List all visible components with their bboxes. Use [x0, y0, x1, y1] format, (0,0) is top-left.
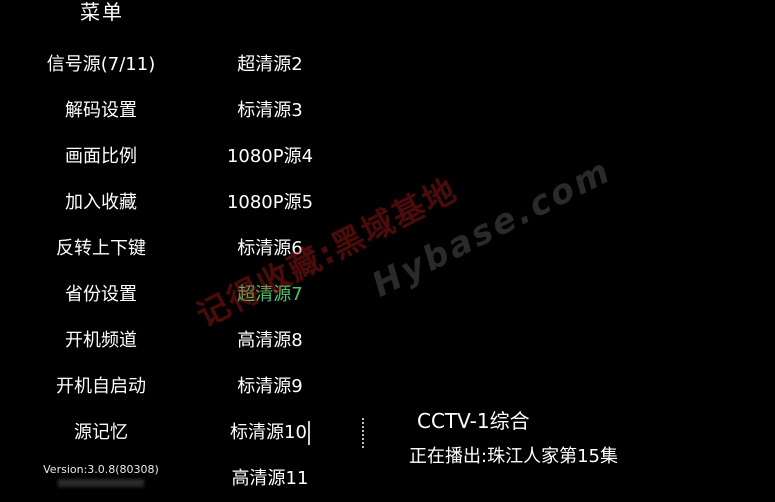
settings-menu: 信号源(7/11) 解码设置 画面比例 加入收藏 反转上下键 省份设置 开机频道…: [30, 42, 172, 456]
menu-item-signal-source[interactable]: 信号源(7/11): [30, 42, 172, 88]
dotted-divider: [362, 418, 364, 448]
menu-item-province-settings[interactable]: 省份设置: [30, 272, 172, 318]
source-list: 超清源2 标清源3 1080P源4 1080P源5 标清源6 超清源7 高清源8…: [205, 42, 335, 502]
menu-title: 菜单: [80, 0, 124, 24]
menu-item-decode-settings[interactable]: 解码设置: [30, 88, 172, 134]
focus-cursor: [307, 421, 310, 445]
source-item[interactable]: 高清源11: [205, 456, 335, 502]
source-item-focused[interactable]: 标清源10: [205, 410, 335, 456]
source-item[interactable]: 超清源2: [205, 42, 335, 88]
source-item-label: 标清源10: [230, 422, 307, 443]
now-playing: 正在播出:珠江人家第15集: [409, 446, 618, 467]
menu-item-source-memory[interactable]: 源记忆: [30, 410, 172, 456]
version-label: Version:3.0.8(80308): [43, 463, 159, 476]
menu-item-autostart[interactable]: 开机自启动: [30, 364, 172, 410]
source-item[interactable]: 标清源3: [205, 88, 335, 134]
menu-item-startup-channel[interactable]: 开机频道: [30, 318, 172, 364]
source-item[interactable]: 标清源9: [205, 364, 335, 410]
source-item[interactable]: 1080P源4: [205, 134, 335, 180]
source-item[interactable]: 1080P源5: [205, 180, 335, 226]
menu-item-add-favorite[interactable]: 加入收藏: [30, 180, 172, 226]
menu-item-aspect-ratio[interactable]: 画面比例: [30, 134, 172, 180]
channel-name: CCTV-1综合: [417, 409, 530, 433]
source-item[interactable]: 高清源8: [205, 318, 335, 364]
source-item[interactable]: 标清源6: [205, 226, 335, 272]
version-sublabel-blurred: [58, 479, 144, 487]
watermark-line-url: Hybase.com: [365, 150, 619, 306]
menu-item-reverse-keys[interactable]: 反转上下键: [30, 226, 172, 272]
source-item-selected[interactable]: 超清源7: [205, 272, 335, 318]
